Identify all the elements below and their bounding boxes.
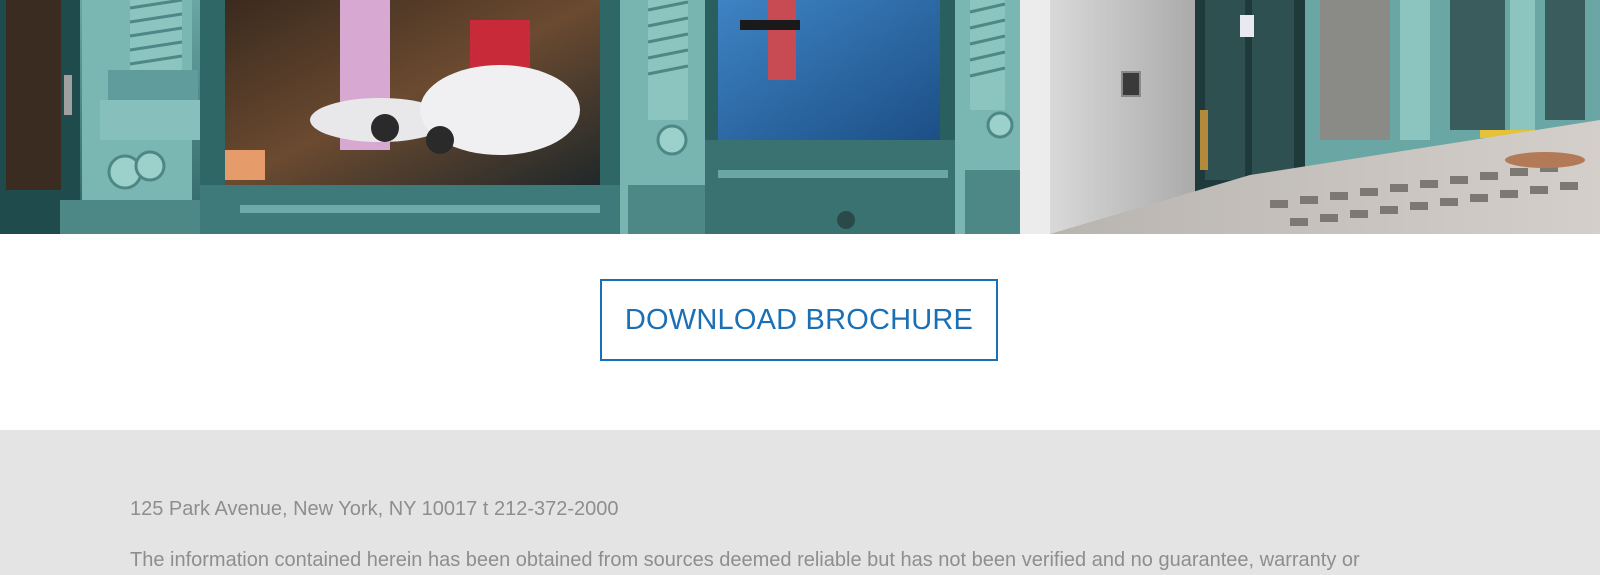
storefront-illustration	[0, 0, 1600, 234]
download-brochure-button[interactable]: DOWNLOAD BROCHURE	[600, 279, 998, 361]
footer: 125 Park Avenue, New York, NY 10017 t 21…	[0, 430, 1600, 575]
footer-address: 125 Park Avenue, New York, NY 10017 t 21…	[130, 498, 619, 520]
hero-image	[0, 0, 1600, 234]
cta-section: DOWNLOAD BROCHURE	[0, 234, 1600, 430]
footer-disclaimer: The information contained herein has bee…	[130, 549, 1360, 571]
